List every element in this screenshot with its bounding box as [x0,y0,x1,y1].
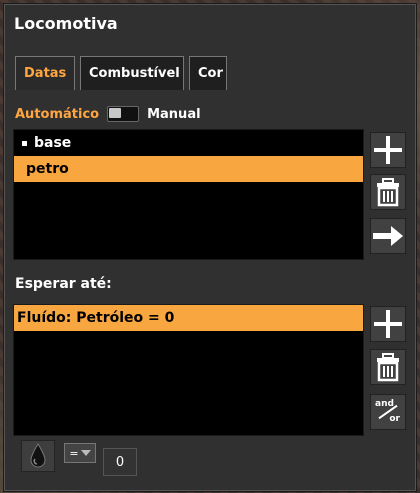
and-or-button[interactable]: and or [370,394,406,430]
wait-until-label: Esperar até: [15,276,112,292]
constant-value: 0 [115,454,125,470]
mode-switch-row: Automático Manual [15,106,201,122]
mode-manual-label[interactable]: Manual [147,107,200,122]
delete-station-button[interactable] [370,174,406,210]
tab-cor[interactable]: Cor [189,56,227,90]
plus-icon [374,136,402,164]
tab-datas[interactable]: Datas [15,56,75,90]
station-item-base[interactable]: base [14,130,363,156]
locomotive-window: Locomotiva Datas Combustível Cor Automát… [3,3,417,492]
delete-condition-button[interactable] [370,349,406,385]
condition-item[interactable]: Fluído: Petróleo = 0 [14,305,363,331]
station-label: base [34,135,72,151]
toggle-knob[interactable] [109,108,122,118]
fluid-select-button[interactable] [21,440,55,472]
window-title: Locomotiva [14,14,118,33]
trash-icon [377,178,399,207]
tab-bar: Datas Combustível Cor [15,56,227,90]
comparator-dropdown[interactable]: = [64,443,96,463]
station-list: base petro [13,129,364,260]
chevron-down-icon [80,450,91,456]
wait-condition-list: Fluído: Petróleo = 0 [13,304,364,436]
station-item-petro[interactable]: petro [14,156,363,182]
add-condition-button[interactable] [370,306,406,342]
arrow-right-icon [373,226,403,246]
mode-automatic-label[interactable]: Automático [15,107,99,122]
or-label: or [389,414,400,424]
add-station-button[interactable] [370,132,406,168]
plus-icon [374,310,402,338]
trash-icon [377,353,399,382]
mode-toggle[interactable] [107,106,140,122]
go-to-station-button[interactable] [370,218,406,254]
comparator-value: = [69,446,79,460]
oil-drop-icon [30,443,46,468]
station-label: petro [26,161,69,177]
tab-combustivel[interactable]: Combustível [80,56,184,90]
current-station-marker [22,140,27,146]
condition-label: Fluído: Petróleo = 0 [17,310,175,326]
constant-value-field[interactable]: 0 [103,448,137,476]
